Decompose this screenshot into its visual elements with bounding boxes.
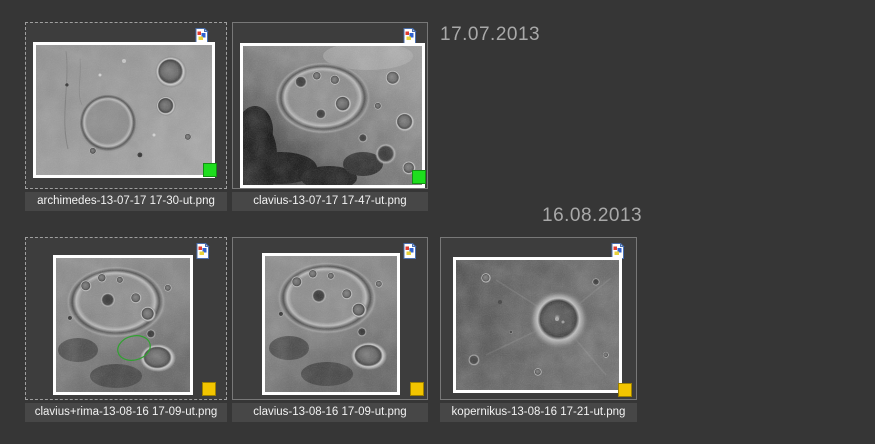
moon-photo-art [456,260,619,390]
filename-caption[interactable]: clavius-13-07-17 17-47-ut.png [232,192,428,211]
moon-photo-art [243,46,422,185]
image-file-icon [196,243,210,259]
status-square-yellow [618,383,632,397]
image-file-icon [403,28,417,44]
thumbnail-cell[interactable] [232,22,428,189]
thumbnail-grid: 17.07.2013 16.08.2013 [0,0,875,444]
moon-photo-art [265,256,397,392]
filename-caption[interactable]: clavius-13-08-16 17-09-ut.png [232,403,428,422]
date-label-group-2: 16.08.2013 [542,205,642,227]
status-square-yellow [202,382,216,396]
filename-caption[interactable]: clavius+rima-13-08-16 17-09-ut.png [25,403,227,422]
filename-caption[interactable]: archimedes-13-07-17 17-30-ut.png [25,192,227,211]
thumbnail-clavius-rima-13-08-16[interactable]: clavius+rima-13-08-16 17-09-ut.png [25,237,227,422]
filename-caption[interactable]: kopernikus-13-08-16 17-21-ut.png [440,403,637,422]
moon-photo-art [36,45,212,175]
moon-photo-clavius-july[interactable] [240,43,425,188]
image-file-icon [403,243,417,259]
thumbnail-clavius-13-07-17[interactable]: clavius-13-07-17 17-47-ut.png [232,22,428,211]
moon-photo-art [56,258,190,392]
moon-photo-kopernikus[interactable] [453,257,622,393]
thumbnail-cell[interactable] [25,237,227,400]
thumbnail-cell[interactable] [232,237,428,400]
thumbnail-cell[interactable] [25,22,227,189]
status-square-yellow [410,382,424,396]
moon-photo-clavius-rima[interactable] [53,255,193,395]
status-square-green [203,163,217,177]
status-square-green [412,170,426,184]
thumbnail-cell[interactable] [440,237,637,400]
moon-photo-clavius-august[interactable] [262,253,400,395]
moon-photo-archimedes[interactable] [33,42,215,178]
thumbnail-archimedes-13-07-17[interactable]: archimedes-13-07-17 17-30-ut.png [25,22,227,211]
thumbnail-kopernikus-13-08-16[interactable]: kopernikus-13-08-16 17-21-ut.png [440,237,637,422]
date-label-group-1: 17.07.2013 [440,24,540,46]
thumbnail-clavius-13-08-16[interactable]: clavius-13-08-16 17-09-ut.png [232,237,428,422]
